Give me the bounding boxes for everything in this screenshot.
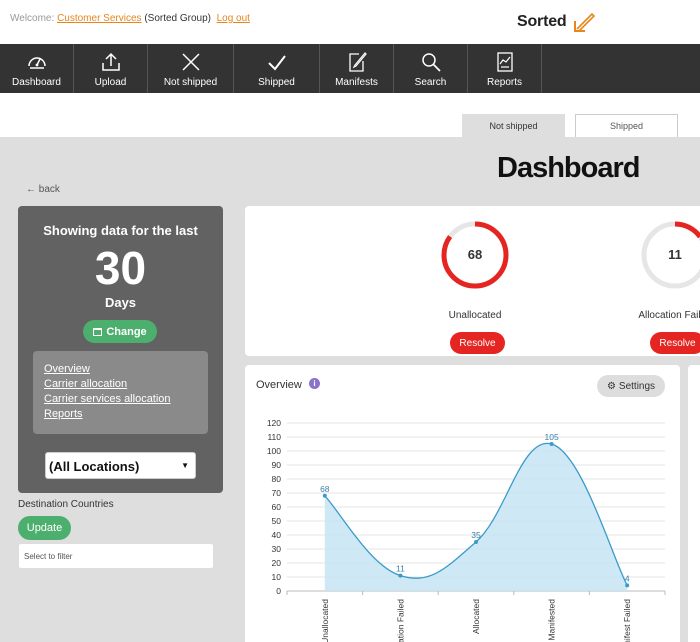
welcome-text: Welcome: Customer Services (Sorted Group… bbox=[10, 13, 250, 24]
overview-chart: 0 10 20 30 40 50 60 70 80 90 100 110 120 68 11 35 105 4 Un… bbox=[267, 418, 666, 642]
y-tick-label: 30 bbox=[272, 544, 282, 554]
summary-card: 68 Unallocated Resolve 11 Allocation Fai… bbox=[245, 206, 700, 356]
y-tick-label: 40 bbox=[272, 530, 282, 540]
sorted-logo-icon bbox=[574, 12, 595, 32]
caret-down-icon: ▼ bbox=[181, 461, 189, 470]
document-edit-icon bbox=[348, 52, 367, 72]
nav-reports[interactable]: Reports bbox=[468, 44, 542, 93]
nav-search[interactable]: Search bbox=[394, 44, 468, 93]
nav-label: Not shipped bbox=[163, 77, 218, 88]
country-filter-input[interactable]: Select to filter bbox=[18, 543, 214, 569]
link-reports[interactable]: Reports bbox=[44, 407, 208, 422]
upload-icon bbox=[101, 52, 120, 71]
y-tick-label: 80 bbox=[272, 474, 282, 484]
checkmark-icon bbox=[267, 55, 286, 71]
date-range-panel: Showing data for the last 30 Days Change… bbox=[18, 206, 223, 493]
showing-label: Showing data for the last bbox=[43, 223, 198, 238]
x-tick-label: Allocation Failed bbox=[395, 599, 405, 642]
data-label: 105 bbox=[545, 432, 559, 442]
link-carrier-services-allocation[interactable]: Carrier services allocation bbox=[44, 392, 208, 407]
side-card bbox=[688, 365, 700, 642]
data-label: 11 bbox=[396, 564, 405, 574]
data-point bbox=[398, 573, 403, 578]
data-point bbox=[549, 442, 554, 446]
data-label: 35 bbox=[471, 530, 481, 540]
x-tick-label: Manifested bbox=[547, 599, 557, 641]
back-link[interactable]: ← back bbox=[26, 184, 60, 195]
resolve-button[interactable]: Resolve bbox=[450, 332, 505, 354]
overview-title: Overview bbox=[256, 379, 302, 391]
y-tick-label: 90 bbox=[272, 460, 282, 470]
data-label: 4 bbox=[625, 573, 630, 583]
y-tick-label: 20 bbox=[272, 558, 282, 568]
logout-link[interactable]: Log out bbox=[217, 13, 250, 24]
nav-label: Search bbox=[414, 77, 447, 88]
x-tick-label: Manifest Failed bbox=[622, 599, 632, 642]
x-tick-label: Unallocated bbox=[320, 599, 330, 642]
nav-label: Manifests bbox=[335, 77, 378, 88]
info-icon[interactable]: i bbox=[309, 378, 320, 389]
nav-not-shipped[interactable]: Not shipped bbox=[148, 44, 234, 93]
nav-label: Reports bbox=[486, 77, 522, 88]
link-overview[interactable]: Overview bbox=[44, 362, 208, 377]
settings-button[interactable]: ⚙ Settings bbox=[597, 375, 665, 397]
close-icon bbox=[181, 53, 200, 71]
y-tick-label: 60 bbox=[272, 502, 282, 512]
nav-label: Shipped bbox=[258, 77, 295, 88]
y-tick-label: 50 bbox=[272, 516, 282, 526]
nav-label: Upload bbox=[94, 77, 127, 88]
stat-label: Allocation Failed bbox=[638, 310, 700, 321]
user-link[interactable]: Customer Services bbox=[57, 13, 141, 24]
x-tick-label: Allocated bbox=[471, 599, 481, 634]
stat-value: 11 bbox=[668, 247, 682, 262]
tab-shipped[interactable]: Shipped bbox=[575, 114, 678, 137]
section-links: Overview Carrier allocation Carrier serv… bbox=[33, 351, 208, 434]
back-label: back bbox=[38, 184, 60, 195]
overview-card: Overview i ⚙ Settings 0 10 20 30 40 50 60 70 80 9… bbox=[245, 365, 680, 642]
days-count: 30 bbox=[94, 242, 147, 294]
welcome-prefix: Welcome: bbox=[10, 13, 55, 24]
update-button[interactable]: Update bbox=[18, 516, 71, 540]
data-point bbox=[625, 583, 630, 588]
location-value: (All Locations) bbox=[49, 459, 140, 474]
resolve-button[interactable]: Resolve bbox=[650, 332, 700, 354]
tab-not-shipped[interactable]: Not shipped bbox=[462, 114, 565, 137]
speedometer-icon bbox=[27, 57, 46, 69]
change-label: Change bbox=[106, 325, 147, 338]
main-nav: Dashboard Upload Not shipped Shipped Man… bbox=[0, 44, 700, 93]
location-select[interactable]: (All Locations) ▼ bbox=[45, 452, 196, 479]
nav-label: Dashboard bbox=[12, 77, 61, 88]
y-tick-label: 10 bbox=[272, 572, 282, 582]
top-bar: Welcome: Customer Services (Sorted Group… bbox=[0, 0, 700, 44]
data-label: 68 bbox=[320, 484, 330, 494]
group-name: (Sorted Group) bbox=[144, 13, 212, 24]
page-title: Dashboard bbox=[497, 152, 640, 184]
nav-dashboard[interactable]: Dashboard bbox=[0, 44, 74, 93]
sorted-logo-text: Sorted bbox=[517, 13, 567, 30]
y-tick-label: 110 bbox=[267, 432, 281, 442]
destination-label: Destination Countries bbox=[18, 499, 114, 510]
calendar-icon bbox=[93, 327, 103, 336]
y-tick-label: 120 bbox=[267, 418, 281, 428]
report-icon bbox=[496, 52, 513, 72]
gear-icon: ⚙ bbox=[606, 380, 616, 392]
arrow-left-icon: ← bbox=[26, 184, 36, 195]
stat-label: Unallocated bbox=[448, 310, 502, 321]
y-tick-label: 0 bbox=[276, 586, 281, 596]
data-point bbox=[474, 540, 478, 544]
data-point bbox=[322, 493, 327, 498]
stat-value: 68 bbox=[467, 247, 483, 262]
search-icon bbox=[421, 53, 441, 72]
y-tick-label: 70 bbox=[272, 488, 282, 498]
link-carrier-allocation[interactable]: Carrier allocation bbox=[44, 377, 208, 392]
nav-manifests[interactable]: Manifests bbox=[320, 44, 394, 93]
y-tick-label: 100 bbox=[267, 446, 281, 456]
days-label: Days bbox=[104, 295, 137, 310]
change-button[interactable]: Change bbox=[83, 320, 157, 343]
nav-shipped[interactable]: Shipped bbox=[234, 44, 320, 93]
settings-label: Settings bbox=[618, 380, 656, 392]
nav-upload[interactable]: Upload bbox=[74, 44, 148, 93]
